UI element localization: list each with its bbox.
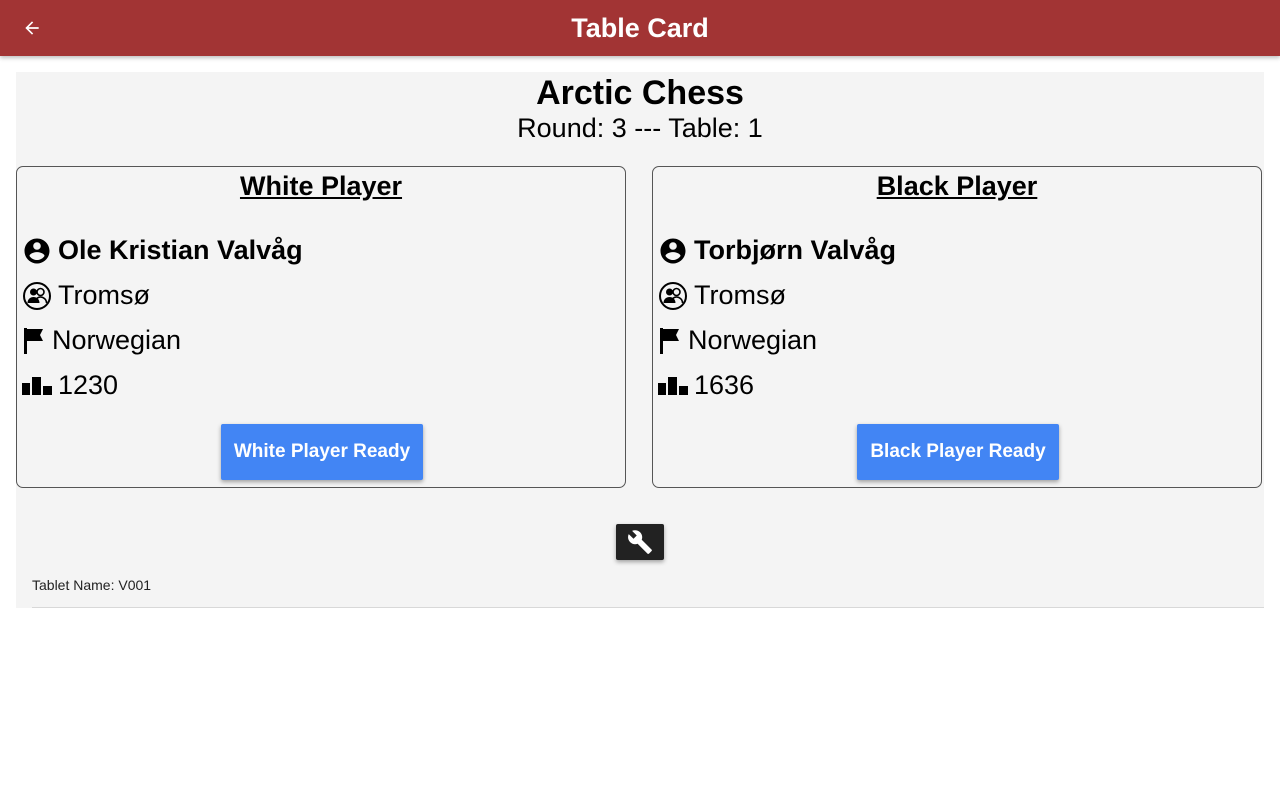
account-circle-icon: [22, 236, 52, 266]
white-player-club: Tromsø: [58, 280, 150, 310]
white-player-name-row: Ole Kristian Valvåg: [22, 235, 303, 266]
black-player-name-row: Torbjørn Valvåg: [658, 235, 896, 266]
black-player-rating: 1636: [694, 370, 755, 400]
account-circle-icon: [658, 236, 688, 266]
white-player-heading: White Player: [239, 171, 403, 201]
divider: [32, 607, 1264, 608]
white-player-name: Ole Kristian Valvåg: [58, 235, 303, 265]
black-player-ready-button[interactable]: Black Player Ready: [857, 424, 1059, 480]
white-player-card: White Player Ole Kristian Valvåg Tromsø: [16, 166, 626, 488]
black-player-club-row: Tromsø: [658, 280, 786, 311]
black-player-club: Tromsø: [694, 280, 786, 310]
wrench-icon: [628, 530, 652, 554]
white-player-nationality: Norwegian: [52, 325, 182, 355]
black-player-heading: Black Player: [876, 171, 1038, 201]
black-player-name: Torbjørn Valvåg: [694, 235, 897, 265]
app-title: Table Card: [571, 13, 709, 43]
settings-button[interactable]: [616, 524, 664, 560]
group-icon: [658, 281, 688, 311]
podium-icon: [22, 375, 52, 397]
table-card-panel: Arctic Chess Round: 3 --- Table: 1 White…: [16, 72, 1264, 608]
white-player-ready-button[interactable]: White Player Ready: [221, 424, 423, 480]
round-table-info: Round: 3 --- Table: 1: [517, 113, 763, 143]
flag-icon: [658, 327, 682, 355]
black-player-card: Black Player Torbjørn Valvåg Tromsø Norw…: [652, 166, 1262, 488]
white-player-club-row: Tromsø: [22, 280, 150, 311]
group-icon: [22, 281, 52, 311]
event-title: Arctic Chess: [536, 74, 744, 112]
white-player-rating: 1230: [58, 370, 119, 400]
flag-icon: [22, 327, 46, 355]
white-player-nationality-row: Norwegian: [22, 325, 181, 356]
app-bar: Table Card: [0, 0, 1280, 56]
tablet-name: Tablet Name: V001: [32, 577, 152, 593]
podium-icon: [658, 375, 688, 397]
arrow-back-icon: [25, 21, 39, 35]
black-player-nationality: Norwegian: [688, 325, 818, 355]
black-player-rating-row: 1636: [658, 370, 754, 401]
white-player-rating-row: 1230: [22, 370, 118, 401]
back-button[interactable]: [16, 12, 48, 44]
black-player-nationality-row: Norwegian: [658, 325, 817, 356]
